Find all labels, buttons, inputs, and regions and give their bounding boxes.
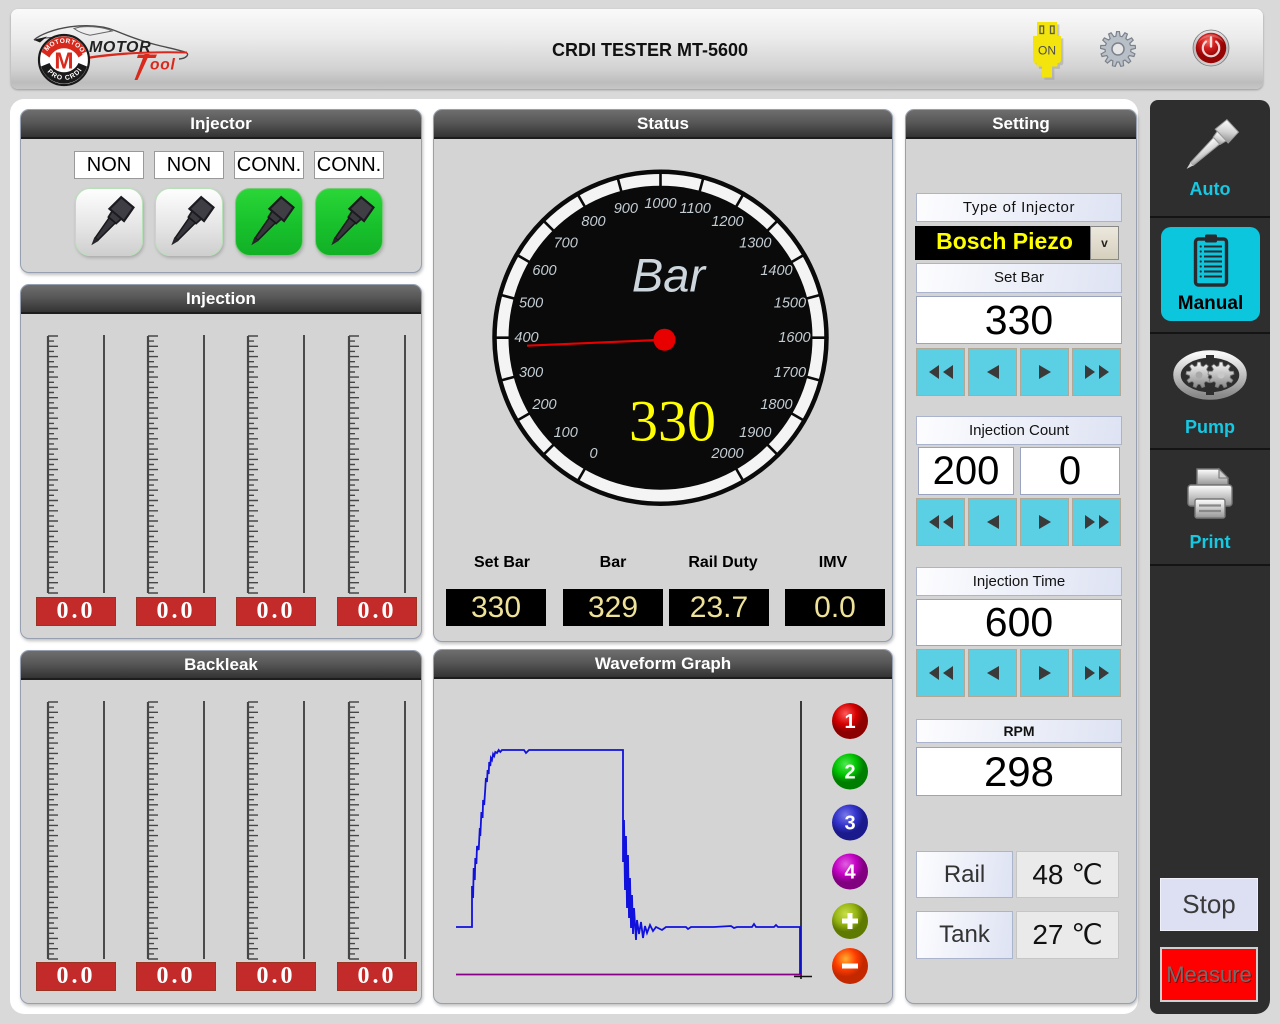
svg-text:1300: 1300 bbox=[739, 235, 771, 251]
svg-text:200: 200 bbox=[531, 397, 556, 413]
svg-text:700: 700 bbox=[554, 235, 578, 251]
svg-text:1000: 1000 bbox=[644, 196, 676, 212]
svg-text:330: 330 bbox=[629, 389, 716, 454]
svg-text:100: 100 bbox=[554, 425, 578, 441]
svg-text:1: 1 bbox=[844, 711, 855, 733]
svg-text:800: 800 bbox=[581, 214, 605, 230]
svg-text:1100: 1100 bbox=[680, 201, 711, 217]
svg-text:900: 900 bbox=[614, 201, 638, 217]
svg-text:300: 300 bbox=[519, 365, 543, 381]
svg-text:1900: 1900 bbox=[739, 425, 771, 441]
svg-text:1200: 1200 bbox=[711, 214, 743, 230]
svg-text:1500: 1500 bbox=[774, 296, 806, 312]
svg-text:2: 2 bbox=[844, 762, 855, 784]
svg-text:500: 500 bbox=[519, 296, 543, 312]
svg-text:1700: 1700 bbox=[774, 365, 806, 381]
svg-text:ON: ON bbox=[1038, 44, 1056, 58]
svg-text:3: 3 bbox=[844, 813, 855, 835]
svg-text:0: 0 bbox=[589, 446, 597, 462]
svg-text:ool: ool bbox=[150, 57, 176, 74]
svg-text:600: 600 bbox=[532, 263, 556, 279]
svg-text:4: 4 bbox=[844, 862, 856, 884]
svg-text:1600: 1600 bbox=[778, 330, 810, 346]
svg-text:1400: 1400 bbox=[760, 263, 792, 279]
svg-text:MOTOR: MOTOR bbox=[89, 39, 151, 56]
svg-text:Bar: Bar bbox=[632, 249, 707, 302]
svg-text:1800: 1800 bbox=[760, 397, 792, 413]
svg-text:400: 400 bbox=[514, 330, 538, 346]
svg-text:M: M bbox=[54, 48, 73, 74]
